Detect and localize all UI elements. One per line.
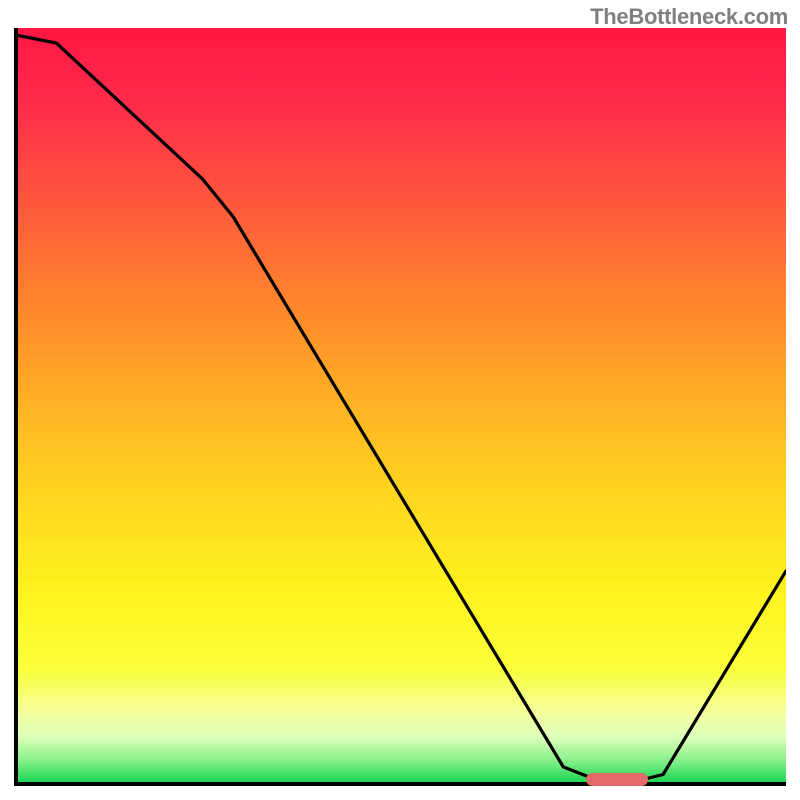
attribution-label: TheBottleneck.com <box>590 4 788 30</box>
optimal-marker <box>586 773 647 786</box>
chart-container: TheBottleneck.com <box>0 0 800 800</box>
bottleneck-curve <box>18 28 786 782</box>
curve-path <box>18 36 786 783</box>
plot-frame <box>14 28 786 786</box>
